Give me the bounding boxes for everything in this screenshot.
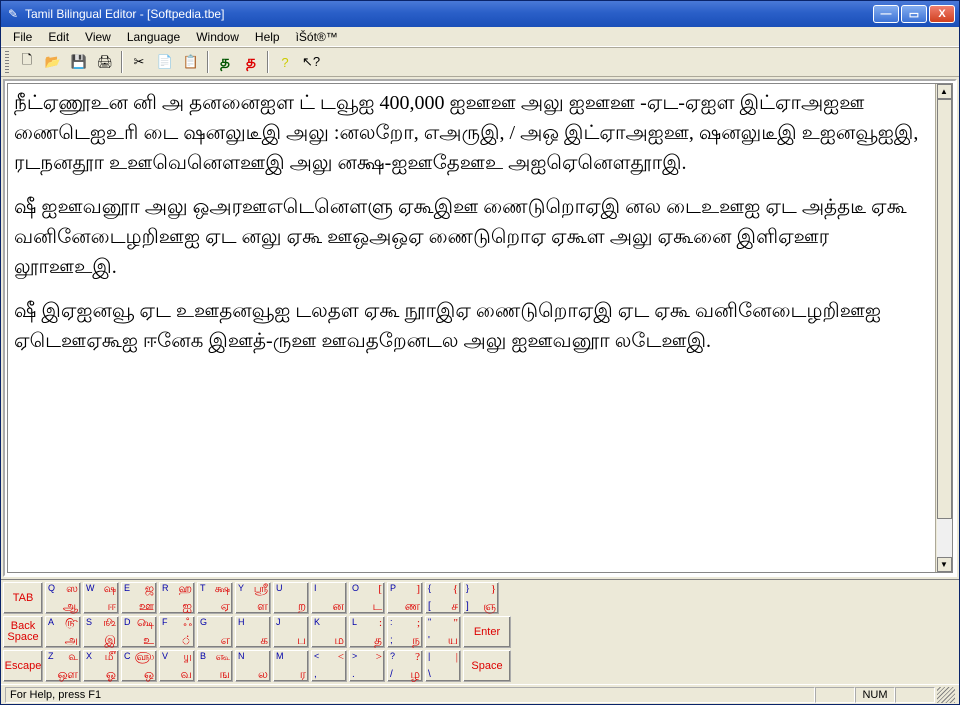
menubar: FileEditViewLanguageWindowHelpìŠót®™ [1, 27, 959, 47]
print-button[interactable]: 🖨 [93, 50, 117, 74]
virtual-keyboard: TABQஸஆWஷஈEஜஊRஹஐTக்ஷஏYஸ்ரீளUறIனO[டP]ண{{[ச… [1, 579, 959, 684]
key-f[interactable]: Fஃ் [159, 616, 195, 648]
text-editor[interactable]: நீட்ஏணூஉன னி அ தனனைஐள ட் டவூஐ 400,000 ஐஊ… [8, 84, 935, 572]
key-u[interactable]: Uற [273, 582, 309, 614]
key-p[interactable]: P]ண [387, 582, 423, 614]
paragraph: ஷீ ஐஊவனூா அலு ஒஅரஊஎடெனௌளு ஏகூஇஊ ணைடுறொஏஇ… [14, 192, 929, 282]
scroll-down-button[interactable]: ▼ [937, 557, 952, 572]
toolbar-grip[interactable] [5, 51, 9, 73]
keyboard-row: BackSpaceA௹அS௺இD௸உFஃ்GஎHகJபKமL:த:;;ந""'ய… [3, 616, 957, 648]
key-t[interactable]: Tக்ஷஏ [197, 582, 233, 614]
key-i[interactable]: Iன [311, 582, 347, 614]
key-y[interactable]: Yஸ்ரீள [235, 582, 271, 614]
key-o[interactable]: O[ட [349, 582, 385, 614]
keyboard-row: EscapeZ௳ஔX௴ஓC௵ஒV௶வB௷ஙNலMர<<,>>.??/ழ||\Sp… [3, 650, 957, 682]
toolbar-separator [267, 51, 269, 73]
menu-window[interactable]: Window [188, 28, 247, 46]
toolbar-separator [207, 51, 209, 73]
key-?[interactable]: ??/ழ [387, 650, 423, 682]
key-v[interactable]: V௶வ [159, 650, 195, 682]
key-j[interactable]: Jப [273, 616, 309, 648]
key-}[interactable]: }}]ஞ [463, 582, 499, 614]
titlebar: ✎ Tamil Bilingual Editor - [Softpedia.tb… [1, 1, 959, 27]
key-w[interactable]: Wஷஈ [83, 582, 119, 614]
keyboard-row: TABQஸஆWஷஈEஜஊRஹஐTக்ஷஏYஸ்ரீளUறIனO[டP]ண{{[ச… [3, 582, 957, 614]
open-button[interactable]: 📂 [41, 50, 65, 74]
scroll-up-button[interactable]: ▲ [937, 84, 952, 99]
key-x[interactable]: X௴ஓ [83, 650, 119, 682]
menu-file[interactable]: File [5, 28, 40, 46]
toolbar-separator [121, 51, 123, 73]
key-:[interactable]: :;;ந [387, 616, 423, 648]
key-z[interactable]: Z௳ஔ [45, 650, 81, 682]
context-help-button[interactable]: ↖? [299, 50, 323, 74]
key-b[interactable]: B௷ங [197, 650, 233, 682]
key-d[interactable]: D௸உ [121, 616, 157, 648]
key-<[interactable]: <<, [311, 650, 347, 682]
key-"[interactable]: ""'ய [425, 616, 461, 648]
key-tab[interactable]: TAB [3, 582, 43, 614]
key-e[interactable]: Eஜஊ [121, 582, 157, 614]
toolbar: 🗋📂💾🖨 ✂📄📋 தத?↖? [1, 47, 959, 77]
key-a[interactable]: A௹அ [45, 616, 81, 648]
paragraph: நீட்ஏணூஉன னி அ தனனைஐள ட் டவூஐ 400,000 ஐஊ… [14, 88, 929, 178]
scroll-track[interactable] [937, 99, 952, 557]
help-button[interactable]: ? [273, 50, 297, 74]
copy-button[interactable]: 📄 [153, 50, 177, 74]
paragraph: ஷீ இஏஐனவூ ஏட உஊதனவூஐ டலதள ஏகூ நூாஇஏ ணைடு… [14, 296, 929, 356]
statusbar: For Help, press F1 NUM [1, 684, 959, 704]
status-num: NUM [855, 687, 895, 703]
window-title: Tamil Bilingual Editor - [Softpedia.tbe] [25, 7, 873, 21]
key-back-space[interactable]: BackSpace [3, 616, 43, 648]
status-pane-2 [895, 687, 935, 703]
key-s[interactable]: S௺இ [83, 616, 119, 648]
key-h[interactable]: Hக [235, 616, 271, 648]
menu-edit[interactable]: Edit [40, 28, 77, 46]
menu-language[interactable]: Language [119, 28, 188, 46]
key-r[interactable]: Rஹஐ [159, 582, 195, 614]
paste-button[interactable]: 📋 [179, 50, 203, 74]
key->[interactable]: >>. [349, 650, 385, 682]
status-help-text: For Help, press F1 [5, 687, 815, 703]
scroll-thumb[interactable] [937, 99, 952, 519]
key-m[interactable]: Mர [273, 650, 309, 682]
key-n[interactable]: Nல [235, 650, 271, 682]
new-button[interactable]: 🗋 [15, 50, 39, 74]
key-{[interactable]: {{[ச [425, 582, 461, 614]
menu-help[interactable]: Help [247, 28, 288, 46]
minimize-button[interactable]: — [873, 5, 899, 23]
close-button[interactable]: X [929, 5, 955, 23]
key-enter[interactable]: Enter [463, 616, 511, 648]
key-g[interactable]: Gஎ [197, 616, 233, 648]
key-|[interactable]: ||\ [425, 650, 461, 682]
menu-view[interactable]: View [77, 28, 119, 46]
app-icon: ✎ [5, 6, 21, 22]
resize-grip-icon[interactable] [937, 687, 955, 703]
document-frame: நீட்ஏணூஉன னி அ தனனைஐள ட் டவூஐ 400,000 ஐஊ… [3, 79, 957, 577]
maximize-button[interactable]: ▭ [901, 5, 927, 23]
inner-frame: நீட்ஏணூஉன னி அ தனனைஐள ட் டவூஐ 400,000 ஐஊ… [7, 83, 953, 573]
cut-button[interactable]: ✂ [127, 50, 151, 74]
menu-ìšót®™[interactable]: ìŠót®™ [288, 28, 346, 46]
key-c[interactable]: C௵ஒ [121, 650, 157, 682]
key-q[interactable]: Qஸஆ [45, 582, 81, 614]
key-escape[interactable]: Escape [3, 650, 43, 682]
lang-ta2-button[interactable]: த [239, 50, 263, 74]
key-l[interactable]: L:த [349, 616, 385, 648]
status-pane [815, 687, 855, 703]
vertical-scrollbar[interactable]: ▲ ▼ [935, 84, 952, 572]
key-space[interactable]: Space [463, 650, 511, 682]
key-k[interactable]: Kம [311, 616, 347, 648]
main-window: ✎ Tamil Bilingual Editor - [Softpedia.tb… [0, 0, 960, 705]
lang-ta-button[interactable]: த [213, 50, 237, 74]
save-button[interactable]: 💾 [67, 50, 91, 74]
